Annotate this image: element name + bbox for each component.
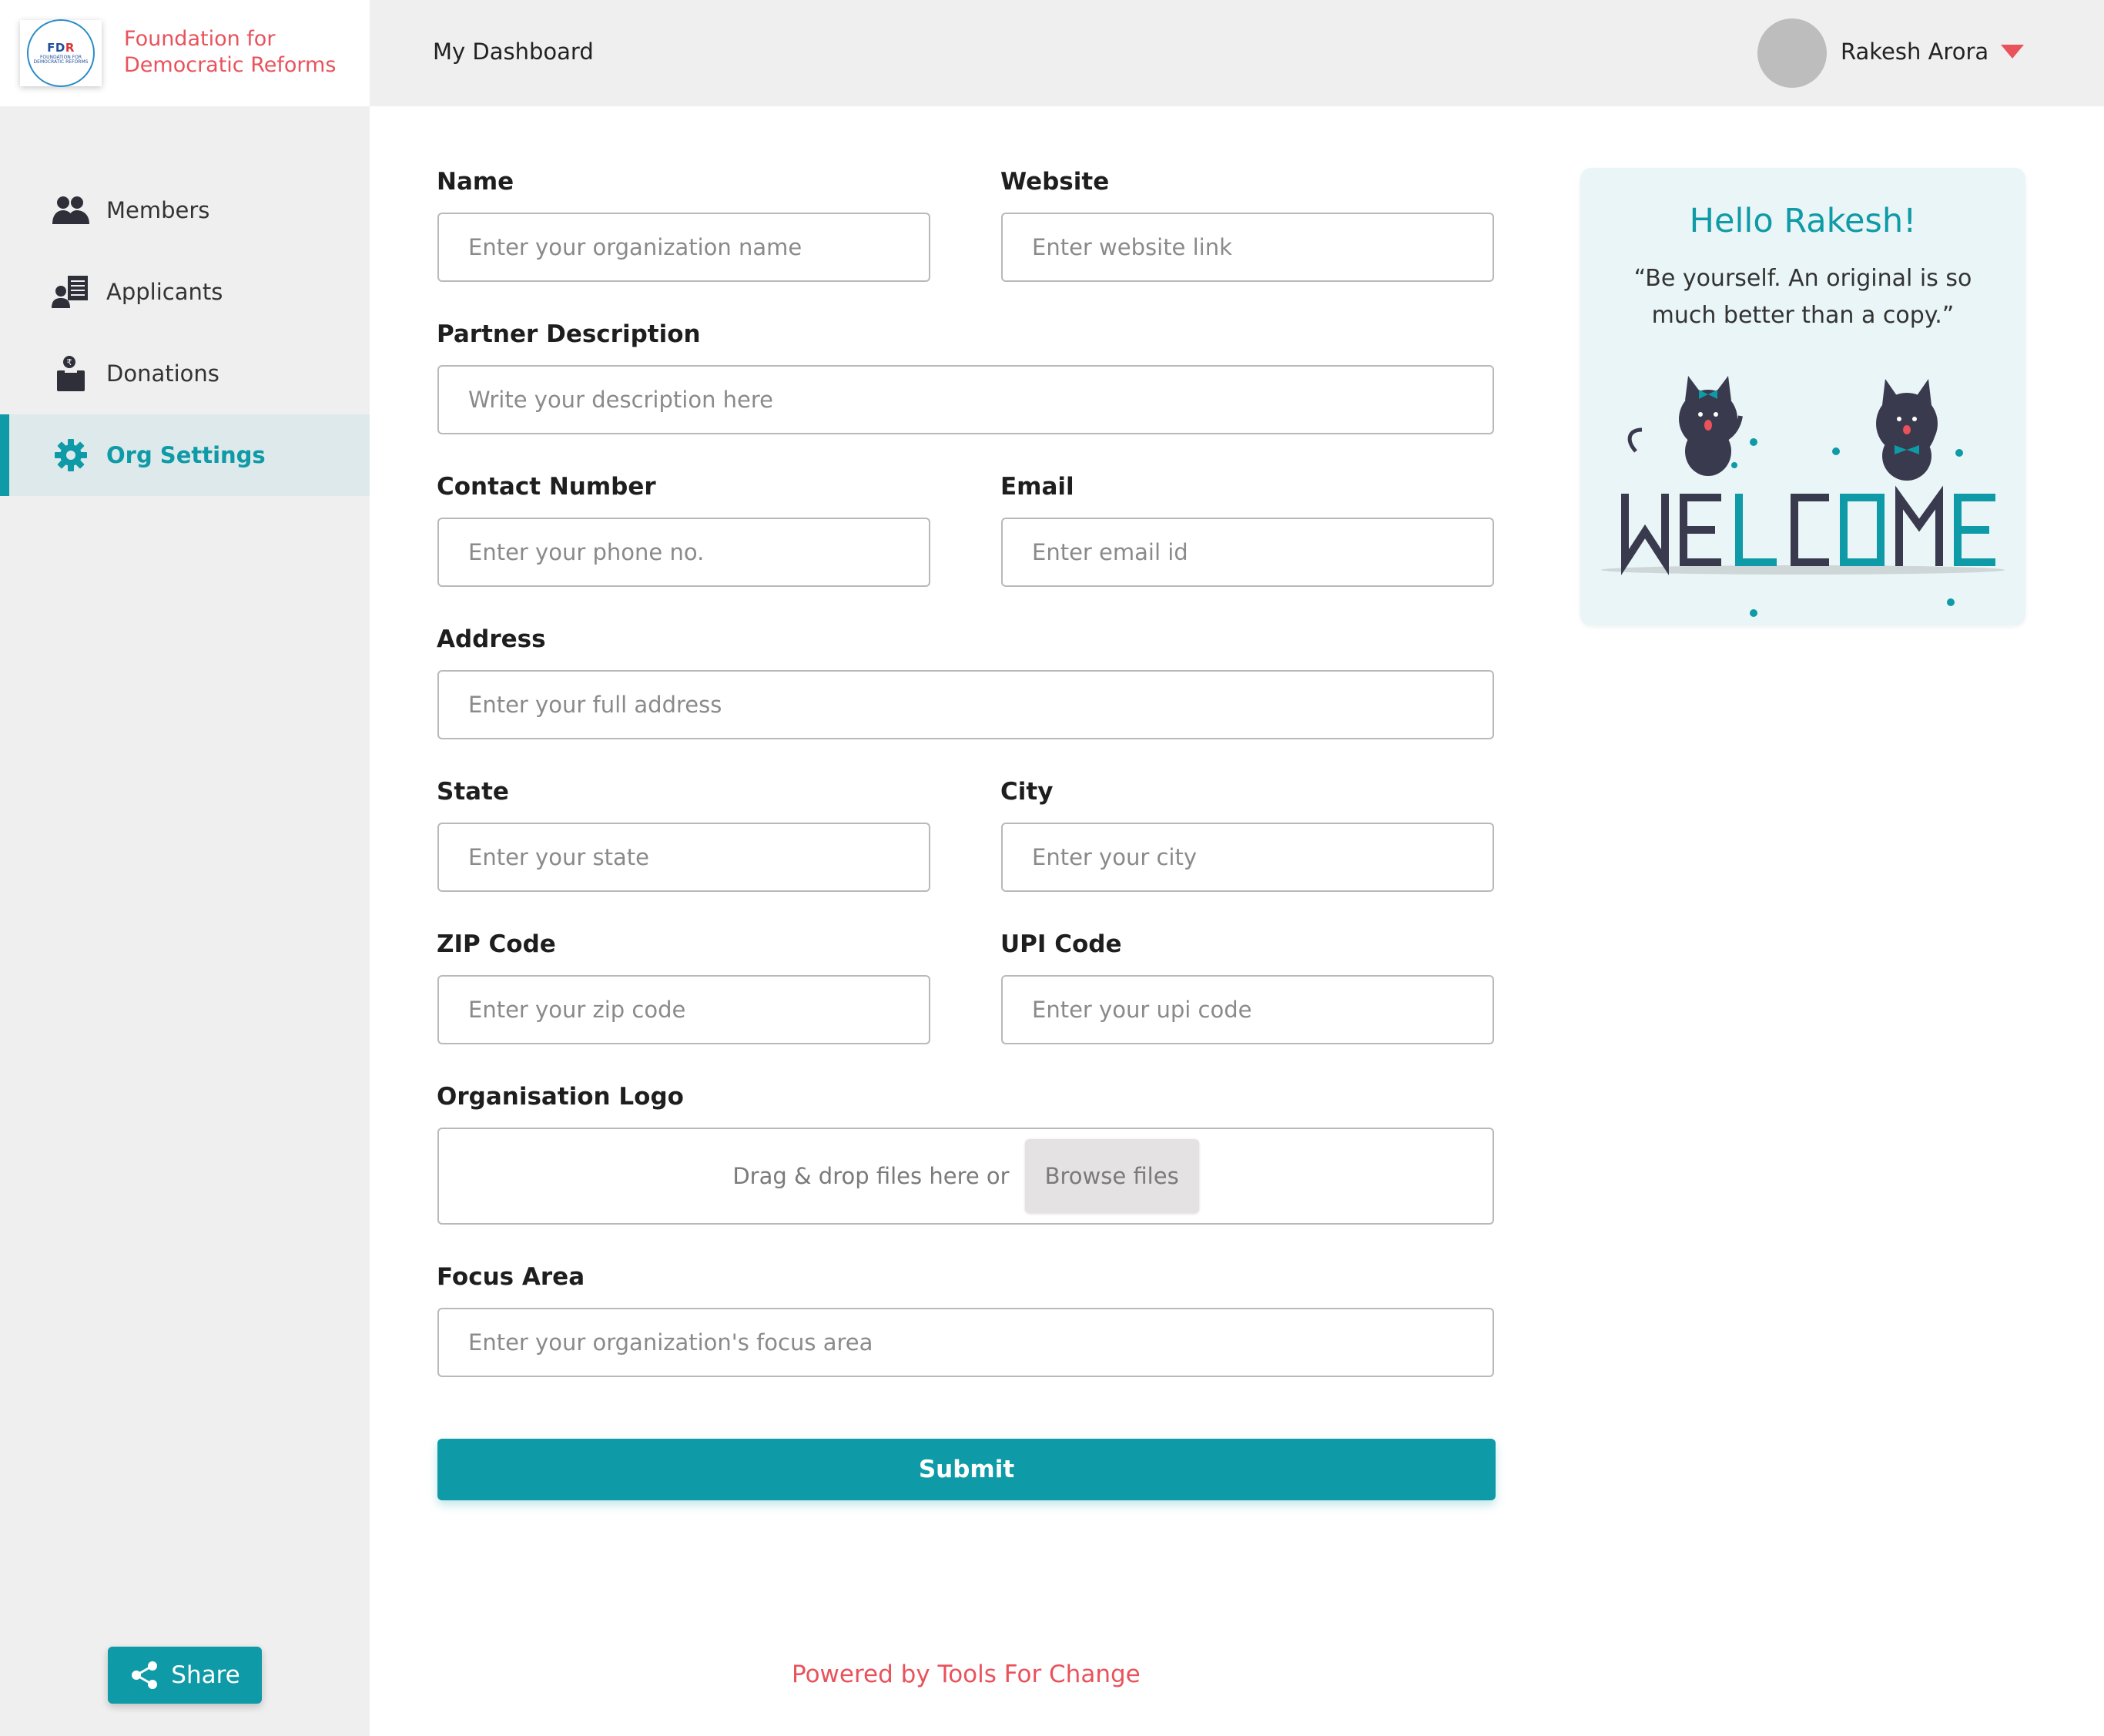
website-label: Website: [1000, 168, 1110, 196]
applicants-icon: [51, 272, 91, 312]
upi-field[interactable]: [1001, 975, 1494, 1044]
name-label: Name: [437, 168, 514, 196]
avatar[interactable]: [1757, 18, 1827, 88]
welcome-illustration: [1601, 376, 2005, 617]
dropzone-text: Drag & drop files here or: [732, 1163, 1010, 1189]
share-icon: [132, 1661, 158, 1689]
logo-abbrev-r: R: [65, 40, 75, 55]
contact-field[interactable]: [437, 518, 930, 587]
brand-logo[interactable]: FDR FOUNDATION FOR DEMOCRATIC REFORMS: [20, 19, 102, 87]
chevron-down-icon[interactable]: [2001, 45, 2024, 59]
quote: “Be yourself. An original is so much bet…: [1633, 265, 1972, 329]
sidebar-item-donations[interactable]: ₹ Donations: [0, 333, 370, 414]
website-field[interactable]: [1001, 213, 1494, 282]
welcome-card: Hello Rakesh! “Be yourself. An original …: [1580, 168, 2025, 625]
logo-abbrev: FDR: [47, 42, 75, 54]
sidebar-item-applicants[interactable]: Applicants: [0, 251, 370, 333]
sidebar-nav: Members Applicants ₹ Donations Org Setti…: [0, 169, 370, 496]
address-label: Address: [437, 625, 546, 653]
page-title: My Dashboard: [433, 39, 594, 65]
sidebar-item-org-settings[interactable]: Org Settings: [0, 414, 370, 496]
logo-emblem: FDR FOUNDATION FOR DEMOCRATIC REFORMS: [27, 19, 95, 87]
description-field[interactable]: [437, 365, 1494, 434]
top-bar: My Dashboard Rakesh Arora: [370, 0, 2104, 106]
logo-label: Organisation Logo: [437, 1083, 684, 1111]
city-label: City: [1000, 778, 1054, 806]
svg-text:₹: ₹: [67, 357, 72, 367]
org-name-line2: Democratic Reforms: [124, 53, 337, 77]
cat-left: [1627, 376, 1743, 476]
members-icon: [51, 190, 91, 230]
state-field[interactable]: [437, 823, 930, 892]
focus-label: Focus Area: [437, 1263, 585, 1291]
user-name[interactable]: Rakesh Arora: [1841, 39, 1988, 65]
share-button[interactable]: Share: [108, 1647, 262, 1704]
logo-caption: FOUNDATION FOR DEMOCRATIC REFORMS: [33, 54, 89, 65]
city-field[interactable]: [1001, 823, 1494, 892]
sidebar-item-label: Donations: [106, 360, 219, 387]
sidebar-item-label: Org Settings: [106, 442, 266, 468]
logo-abbrev-fd: FD: [47, 40, 65, 55]
org-name: Foundation for Democratic Reforms: [124, 26, 336, 79]
donations-icon: ₹: [51, 354, 91, 394]
zip-field[interactable]: [437, 975, 930, 1044]
upi-label: UPI Code: [1000, 930, 1122, 958]
logo-dropzone[interactable]: Drag & drop files here or Browse files: [437, 1128, 1494, 1225]
sidebar-item-label: Members: [106, 197, 210, 223]
greeting: Hello Rakesh!: [1689, 202, 1917, 240]
email-field[interactable]: [1001, 518, 1494, 587]
sidebar-item-members[interactable]: Members: [0, 169, 370, 251]
contact-label: Contact Number: [437, 473, 656, 501]
zip-label: ZIP Code: [437, 930, 556, 958]
submit-button[interactable]: Submit: [437, 1439, 1496, 1500]
brand-header[interactable]: FDR FOUNDATION FOR DEMOCRATIC REFORMS Fo…: [0, 0, 370, 106]
state-label: State: [437, 778, 509, 806]
email-label: Email: [1000, 473, 1074, 501]
share-label: Share: [171, 1661, 240, 1689]
focus-area-field[interactable]: [437, 1308, 1494, 1377]
browse-files-button[interactable]: Browse files: [1024, 1139, 1199, 1213]
sidebar: FDR FOUNDATION FOR DEMOCRATIC REFORMS Fo…: [0, 0, 370, 1736]
description-label: Partner Description: [437, 320, 701, 348]
gear-icon: [51, 435, 91, 475]
address-field[interactable]: [437, 670, 1494, 739]
name-field[interactable]: [437, 213, 930, 282]
org-name-line1: Foundation for: [124, 27, 276, 51]
powered-by-link[interactable]: Powered by Tools For Change: [792, 1661, 1141, 1688]
sidebar-item-label: Applicants: [106, 279, 223, 305]
